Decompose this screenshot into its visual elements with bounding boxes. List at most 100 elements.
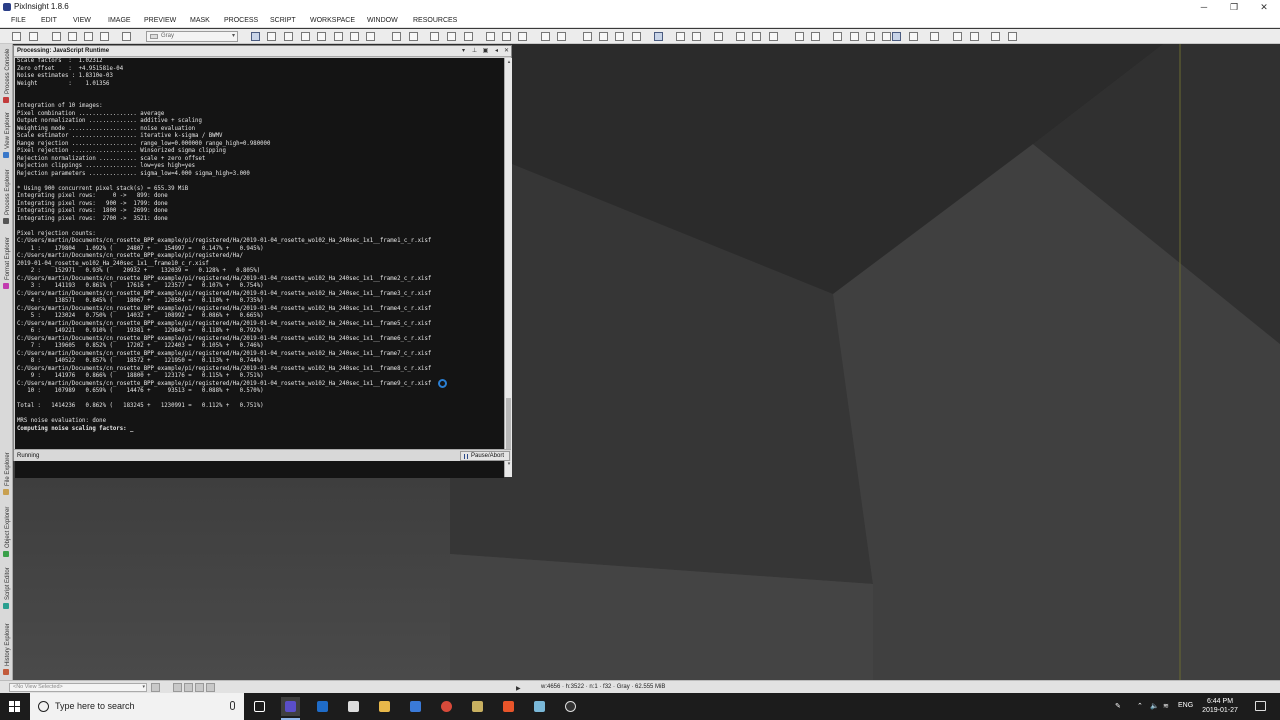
view-selector[interactable]: <No View Selected> ▾ bbox=[9, 683, 147, 692]
channel-blue-icon[interactable] bbox=[736, 32, 745, 41]
open-icon[interactable] bbox=[68, 32, 77, 41]
zoom-mode-icon[interactable] bbox=[284, 32, 293, 41]
view-mode-3-icon[interactable] bbox=[195, 683, 204, 692]
menu-resources[interactable]: RESOURCES bbox=[413, 14, 457, 28]
pen-icon[interactable]: ✎ bbox=[1115, 702, 1121, 710]
icons-arrange-icon[interactable] bbox=[833, 32, 842, 41]
scroll-up-icon[interactable]: ▴ bbox=[505, 58, 513, 66]
icons-hide-icon[interactable] bbox=[866, 32, 875, 41]
save-icon[interactable] bbox=[84, 32, 93, 41]
notes-app-icon[interactable] bbox=[530, 697, 549, 716]
duplicate-icon[interactable] bbox=[122, 32, 131, 41]
channel-green-icon[interactable] bbox=[714, 32, 723, 41]
channel-lum-icon[interactable] bbox=[752, 32, 761, 41]
menu-script[interactable]: SCRIPT bbox=[270, 14, 296, 28]
minimize-button[interactable]: ─ bbox=[1190, 0, 1218, 14]
fit-window-icon[interactable] bbox=[486, 32, 495, 41]
menu-file[interactable]: FILE bbox=[11, 14, 26, 28]
zoom-to-fit-icon[interactable] bbox=[447, 32, 456, 41]
minimize-all-icon[interactable] bbox=[991, 32, 1000, 41]
stf-24bit-icon[interactable] bbox=[632, 32, 641, 41]
save-as-icon[interactable] bbox=[100, 32, 109, 41]
close-button[interactable]: ✕ bbox=[1250, 0, 1278, 14]
view-info-icon[interactable] bbox=[151, 683, 160, 692]
tab-view-explorer[interactable]: View Explorer bbox=[0, 106, 13, 161]
scroll-down-icon[interactable]: ▾ bbox=[505, 460, 513, 468]
speaker-icon[interactable]: 🔈 bbox=[1150, 702, 1159, 710]
zoom-1-1-icon[interactable] bbox=[430, 32, 439, 41]
undo-icon[interactable] bbox=[12, 32, 21, 41]
channel-alpha-icon[interactable] bbox=[769, 32, 778, 41]
menu-view[interactable]: VIEW bbox=[73, 14, 91, 28]
readout-mode-icon[interactable] bbox=[251, 32, 260, 41]
menu-process[interactable]: PROCESS bbox=[224, 14, 258, 28]
file-explorer-icon[interactable] bbox=[375, 697, 394, 716]
explorer-view-icon[interactable] bbox=[811, 32, 820, 41]
obs-icon[interactable] bbox=[561, 697, 580, 716]
close-icon[interactable]: ✕ bbox=[503, 48, 510, 55]
mask-invert-icon[interactable] bbox=[557, 32, 566, 41]
zoom-to-window-icon[interactable] bbox=[464, 32, 473, 41]
select-tool-icon[interactable] bbox=[366, 32, 375, 41]
tab-history-explorer[interactable]: History Explorer bbox=[0, 612, 13, 678]
track-view-icon[interactable] bbox=[654, 32, 663, 41]
redo-icon[interactable] bbox=[29, 32, 38, 41]
fit-vertical-icon[interactable] bbox=[518, 32, 527, 41]
edit-preview-icon[interactable] bbox=[350, 32, 359, 41]
chevron-up-icon[interactable]: ⌃ bbox=[1137, 702, 1143, 710]
start-button[interactable] bbox=[0, 693, 30, 720]
taskbar-clock[interactable]: 6:44 PM 2019-01-27 bbox=[1195, 697, 1245, 715]
workspace-1-icon[interactable] bbox=[892, 32, 901, 41]
brave-icon[interactable] bbox=[499, 697, 518, 716]
app-icon[interactable] bbox=[344, 697, 363, 716]
tab-process-explorer[interactable]: Process Explorer bbox=[0, 161, 13, 227]
outlook-icon[interactable] bbox=[313, 697, 332, 716]
stf-reset-icon[interactable] bbox=[599, 32, 608, 41]
color-space-select[interactable]: Gray ▾ bbox=[146, 31, 238, 42]
center-view-icon[interactable] bbox=[317, 32, 326, 41]
shade-icon[interactable]: ◂ bbox=[493, 48, 500, 55]
menu-preview[interactable]: PREVIEW bbox=[144, 14, 176, 28]
menu-workspace[interactable]: WORKSPACE bbox=[310, 14, 355, 28]
network-app-icon[interactable] bbox=[406, 697, 425, 716]
mask-show-icon[interactable] bbox=[541, 32, 550, 41]
pan-mode-icon[interactable] bbox=[267, 32, 276, 41]
stf-linked-icon[interactable] bbox=[615, 32, 624, 41]
zoom-in-icon[interactable] bbox=[392, 32, 401, 41]
chrome-icon[interactable] bbox=[437, 697, 456, 716]
language-indicator[interactable]: ENG bbox=[1178, 702, 1193, 709]
new-preview-icon[interactable] bbox=[334, 32, 343, 41]
chevron-down-icon[interactable]: ▾ bbox=[460, 48, 467, 55]
icons-sort-icon[interactable] bbox=[850, 32, 859, 41]
tile-windows-icon[interactable] bbox=[953, 32, 962, 41]
workspace-3-icon[interactable] bbox=[930, 32, 939, 41]
zoom-out-icon[interactable] bbox=[409, 32, 418, 41]
explorer-process-icon[interactable] bbox=[795, 32, 804, 41]
image-editor-icon[interactable] bbox=[468, 697, 487, 716]
channel-rgb-icon[interactable] bbox=[676, 32, 685, 41]
wifi-icon[interactable]: ≋ bbox=[1163, 702, 1169, 710]
restore-all-icon[interactable] bbox=[1008, 32, 1017, 41]
menu-edit[interactable]: EDIT bbox=[41, 14, 57, 28]
tab-script-editor[interactable]: Script Editor bbox=[0, 560, 13, 612]
microphone-icon[interactable] bbox=[230, 701, 235, 710]
tab-object-explorer[interactable]: Object Explorer bbox=[0, 498, 13, 560]
maximize-button[interactable]: ❐ bbox=[1220, 0, 1248, 14]
menu-image[interactable]: IMAGE bbox=[108, 14, 131, 28]
cascade-windows-icon[interactable] bbox=[970, 32, 979, 41]
tab-process-console[interactable]: Process Console bbox=[0, 44, 13, 106]
console-output[interactable]: Scale factors : 1.02312 Zero offset : +4.… bbox=[15, 58, 504, 478]
fit-horizontal-icon[interactable] bbox=[502, 32, 511, 41]
tab-file-explorer[interactable]: File Explorer bbox=[0, 442, 13, 498]
pause-abort-button[interactable]: Pause/Abort bbox=[460, 451, 510, 461]
new-image-icon[interactable] bbox=[52, 32, 61, 41]
task-view-icon[interactable] bbox=[250, 697, 269, 716]
pin-icon[interactable]: ⊥ bbox=[471, 48, 478, 55]
view-mode-2-icon[interactable] bbox=[184, 683, 193, 692]
view-mode-4-icon[interactable] bbox=[206, 683, 215, 692]
workspace-2-icon[interactable] bbox=[909, 32, 918, 41]
menu-mask[interactable]: MASK bbox=[190, 14, 210, 28]
console-scrollbar[interactable]: ▴ ▾ bbox=[504, 58, 512, 477]
icons-show-icon[interactable] bbox=[882, 32, 891, 41]
notification-icon[interactable] bbox=[1255, 701, 1266, 711]
